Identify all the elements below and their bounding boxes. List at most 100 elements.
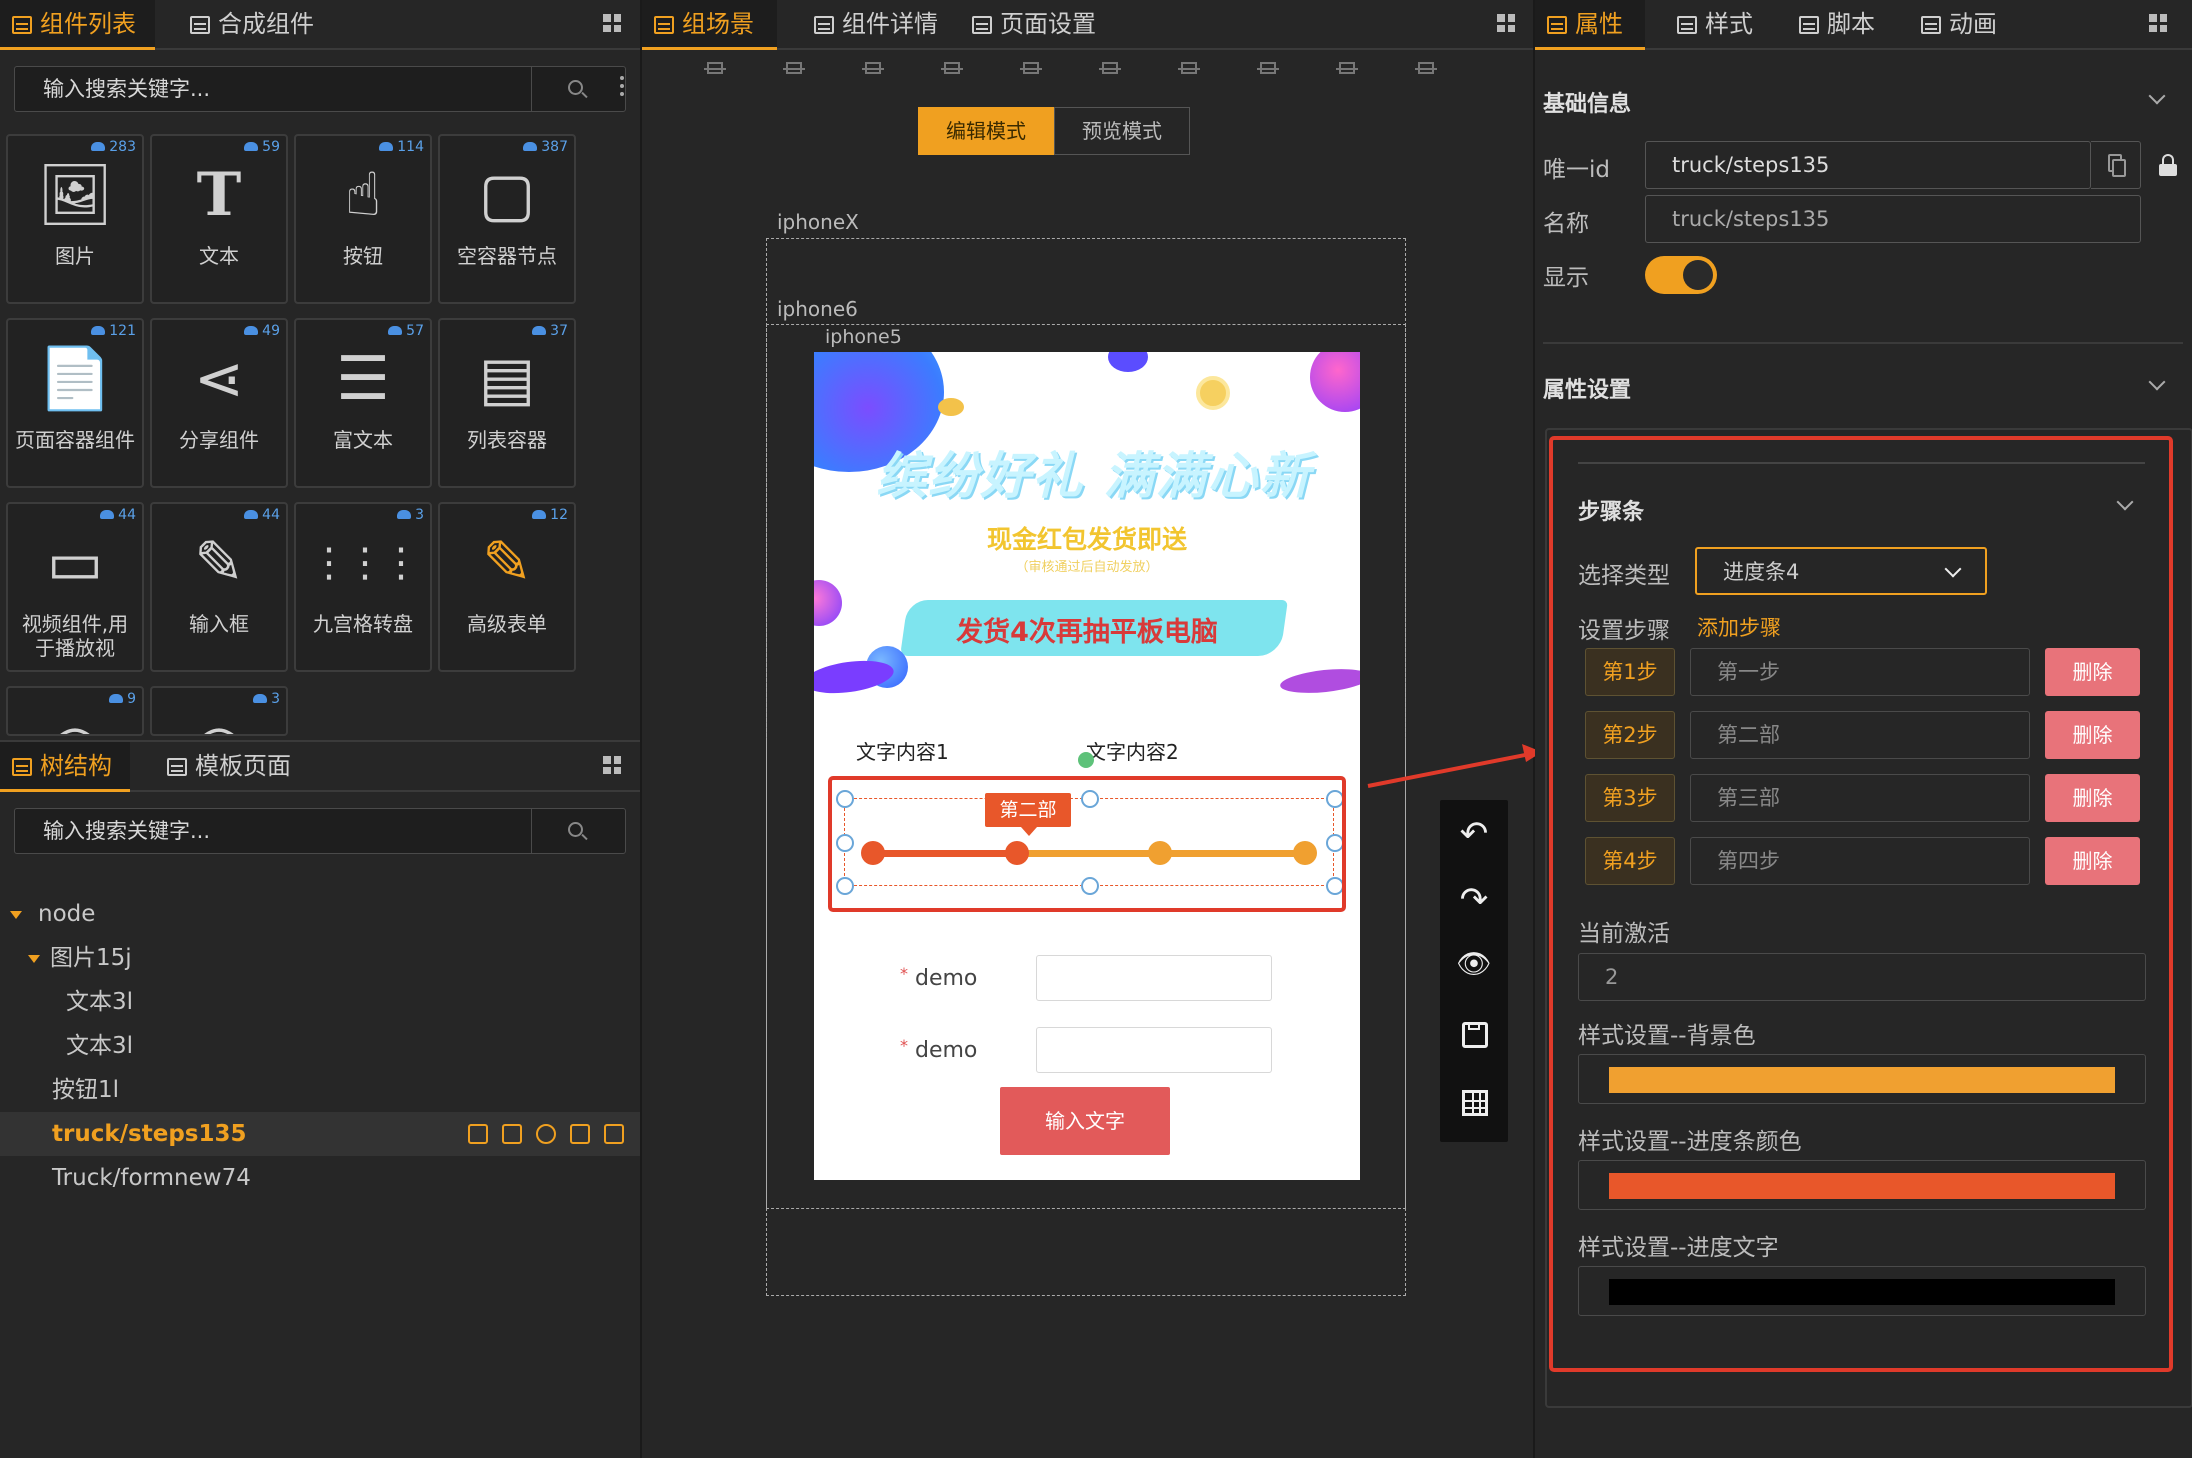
show-toggle[interactable]: [1645, 256, 1717, 294]
component-item[interactable]: 3◠: [150, 686, 288, 736]
component-item[interactable]: 12 ✎ 高级表单: [438, 502, 576, 672]
align-right-icon[interactable]: [1099, 58, 1121, 80]
save-icon[interactable]: [1454, 1014, 1494, 1054]
tab-page-settings[interactable]: 页面设置: [960, 0, 1110, 50]
send-back-icon[interactable]: [1415, 58, 1437, 80]
align-left-icon[interactable]: [941, 58, 963, 80]
component-item[interactable]: 44 ✎ 输入框: [150, 502, 288, 672]
tab-properties[interactable]: 属性: [1535, 0, 1645, 50]
step-input[interactable]: 第三部: [1690, 774, 2030, 822]
component-item[interactable]: 283 🖼 图片: [6, 134, 144, 304]
tree-node[interactable]: truck/steps135: [0, 1112, 640, 1156]
grid-menu-icon[interactable]: [603, 14, 621, 32]
tab-composite[interactable]: 合成组件: [178, 0, 348, 50]
table-grid-icon[interactable]: [1454, 1082, 1494, 1122]
set-steps-label: 设置步骤: [1578, 618, 1670, 644]
chevron-down-icon[interactable]: [2148, 373, 2166, 391]
tab-template[interactable]: 模板页面: [155, 742, 325, 792]
component-item[interactable]: 9◠: [6, 686, 144, 736]
search-button[interactable]: [531, 809, 625, 853]
component-item[interactable]: 3 ⋮⋮⋮ 九宫格转盘: [294, 502, 432, 672]
id-field[interactable]: truck/steps135: [1645, 141, 2091, 189]
unlock-icon[interactable]: [604, 1124, 624, 1144]
grid-menu-icon[interactable]: [2149, 14, 2167, 32]
redo-icon[interactable]: ↷: [1454, 880, 1494, 920]
component-item[interactable]: 57 ☰ 富文本: [294, 318, 432, 488]
component-search[interactable]: 输入搜索关键字...: [14, 66, 626, 112]
copy-icon[interactable]: [2091, 141, 2141, 189]
tree-node[interactable]: 文本3l: [0, 1024, 640, 1068]
align-bottom-icon[interactable]: [862, 58, 884, 80]
more-vertical-icon[interactable]: [620, 76, 624, 96]
step-tag[interactable]: 第3步: [1585, 774, 1675, 822]
search-button[interactable]: [531, 67, 625, 111]
tree-node[interactable]: 图片15j: [0, 936, 640, 980]
form-input-2[interactable]: [1036, 1027, 1272, 1073]
bar-color-picker[interactable]: [1578, 1160, 2146, 1210]
grid-menu-icon[interactable]: [1497, 14, 1515, 32]
tab-tree[interactable]: 树结构: [0, 742, 130, 792]
text-color-picker[interactable]: [1578, 1266, 2146, 1316]
undo-icon[interactable]: ↶: [1454, 814, 1494, 854]
tab-animation[interactable]: 动画: [1909, 0, 2009, 50]
layer-down-icon[interactable]: [1257, 58, 1279, 80]
search-input[interactable]: 输入搜索关键字...: [43, 809, 210, 853]
step-input[interactable]: 第一步: [1690, 648, 2030, 696]
preview-mode-button[interactable]: 预览模式: [1054, 107, 1190, 155]
rotate-handle[interactable]: [1078, 752, 1094, 768]
show-label: 显示: [1543, 265, 1589, 291]
caret-down-icon[interactable]: [28, 955, 40, 963]
copy-icon[interactable]: [502, 1124, 522, 1144]
step-tag[interactable]: 第4步: [1585, 837, 1675, 885]
component-item[interactable]: 59 T 文本: [150, 134, 288, 304]
tab-scene[interactable]: 组场景: [642, 0, 777, 50]
tab-component-detail[interactable]: 组件详情: [802, 0, 952, 50]
eye-icon[interactable]: 👁: [1454, 944, 1494, 984]
align-vcenter-icon[interactable]: [783, 58, 805, 80]
step-input[interactable]: 第二部: [1690, 711, 2030, 759]
step-input[interactable]: 第四步: [1690, 837, 2030, 885]
tree-node[interactable]: 按钮1l: [0, 1068, 640, 1112]
search-input[interactable]: 输入搜索关键字...: [43, 67, 210, 111]
component-item[interactable]: 114 ☝ 按钮: [294, 134, 432, 304]
tree-node[interactable]: node: [0, 892, 640, 936]
caret-down-icon[interactable]: [10, 911, 22, 919]
layer-up-icon[interactable]: [1178, 58, 1200, 80]
trash-icon[interactable]: [570, 1124, 590, 1144]
tree-node[interactable]: Truck/formnew74: [0, 1156, 640, 1200]
step-tag[interactable]: 第1步: [1585, 648, 1675, 696]
chevron-down-icon[interactable]: [2148, 87, 2166, 105]
align-top-icon[interactable]: [704, 58, 726, 80]
delete-step-button[interactable]: 删除: [2045, 774, 2140, 822]
name-field[interactable]: truck/steps135: [1645, 195, 2141, 243]
component-item[interactable]: 121 📄 页面容器组件: [6, 318, 144, 488]
id-badge-icon[interactable]: [536, 1124, 556, 1144]
tree-node[interactable]: 文本3l: [0, 980, 640, 1024]
edit-mode-button[interactable]: 编辑模式: [918, 107, 1054, 155]
tree-search[interactable]: 输入搜索关键字...: [14, 808, 626, 854]
bg-color-picker[interactable]: [1578, 1054, 2146, 1104]
edit-icon[interactable]: [468, 1124, 488, 1144]
add-step-link[interactable]: 添加步骤: [1697, 612, 1781, 642]
component-item[interactable]: 37 ▤ 列表容器: [438, 318, 576, 488]
delete-step-button[interactable]: 删除: [2045, 837, 2140, 885]
component-item[interactable]: 49 ⋖ 分享组件: [150, 318, 288, 488]
component-item[interactable]: 387 ▢ 空容器节点: [438, 134, 576, 304]
tab-style[interactable]: 样式: [1665, 0, 1765, 50]
lock-icon[interactable]: [2159, 154, 2177, 176]
submit-button[interactable]: 输入文字: [1000, 1087, 1170, 1155]
align-hcenter-icon[interactable]: [1020, 58, 1042, 80]
step-tag[interactable]: 第2步: [1585, 711, 1675, 759]
form-input-1[interactable]: [1036, 955, 1272, 1001]
grid-menu-icon[interactable]: [603, 756, 621, 774]
delete-step-button[interactable]: 删除: [2045, 711, 2140, 759]
component-item[interactable]: 44 ▭ 视频组件,用于播放视: [6, 502, 144, 672]
tab-icon: [1677, 16, 1697, 34]
type-select[interactable]: 进度条4: [1695, 547, 1987, 595]
bring-front-icon[interactable]: [1336, 58, 1358, 80]
tab-component-list[interactable]: 组件列表: [0, 0, 155, 50]
active-input[interactable]: 2: [1578, 953, 2146, 1001]
rich-text-icon: ☰: [336, 344, 390, 414]
tab-script[interactable]: 脚本: [1787, 0, 1887, 50]
delete-step-button[interactable]: 删除: [2045, 648, 2140, 696]
